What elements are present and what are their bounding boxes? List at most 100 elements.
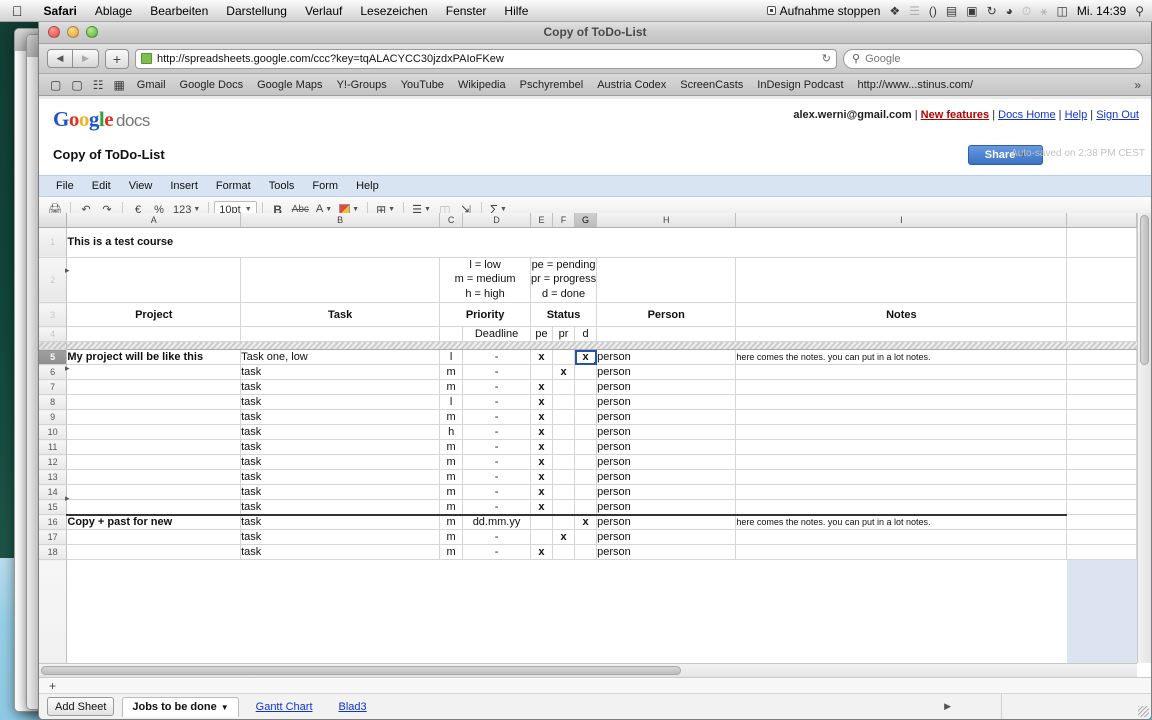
cell-priority[interactable]: m: [439, 514, 464, 531]
table-row[interactable]: 8 task l - x person: [39, 394, 1137, 411]
cell-status-done[interactable]: [574, 424, 598, 441]
column-header-b[interactable]: B: [240, 213, 441, 228]
cell-deadline[interactable]: -: [462, 484, 531, 501]
grid-icon[interactable]: ▦: [108, 78, 129, 92]
row-header-9[interactable]: 9: [39, 409, 68, 426]
cell-priority[interactable]: m: [439, 484, 464, 501]
cell-status-done[interactable]: [574, 454, 598, 471]
cell-notes[interactable]: [735, 364, 1068, 381]
row-header-4[interactable]: 4: [39, 326, 68, 343]
cell-priority[interactable]: m: [439, 409, 464, 426]
empty-grid-area[interactable]: [66, 559, 1067, 663]
cell-status-pending[interactable]: x: [530, 409, 554, 426]
menu-format[interactable]: Format: [207, 180, 260, 192]
bookmark-youtube[interactable]: YouTube: [394, 79, 451, 91]
cell-status-done[interactable]: [574, 484, 598, 501]
cell-deadline[interactable]: -: [462, 529, 531, 546]
cell-deadline[interactable]: -: [462, 544, 531, 561]
cell-deadline[interactable]: -: [462, 424, 531, 441]
table-row[interactable]: 15 task m - x person: [39, 499, 1137, 516]
cell-person[interactable]: person: [596, 349, 737, 366]
row-header-18[interactable]: 18: [39, 544, 68, 561]
subheader-b4[interactable]: [240, 326, 441, 343]
menubar-item-darstellung[interactable]: Darstellung: [217, 4, 296, 18]
column-header-i[interactable]: I: [735, 213, 1068, 228]
cell-priority[interactable]: l: [439, 394, 464, 411]
bookmark-stinus[interactable]: http://www...stinus.com/: [851, 79, 981, 91]
column-header-g[interactable]: G: [574, 213, 598, 228]
bookmark-pschyrembel[interactable]: Pschyrembel: [513, 79, 591, 91]
new-tab-button[interactable]: +: [105, 48, 129, 69]
bookmark-wikipedia[interactable]: Wikipedia: [451, 79, 513, 91]
cell-priority[interactable]: m: [439, 364, 464, 381]
cell-priority[interactable]: m: [439, 469, 464, 486]
cell-deadline[interactable]: -: [462, 439, 531, 456]
link-docs-home[interactable]: Docs Home: [998, 109, 1055, 121]
table-row[interactable]: 7 task m - x person: [39, 379, 1137, 396]
frozen-divider-bar[interactable]: [66, 341, 1137, 351]
cell-task[interactable]: task: [240, 424, 441, 441]
cell-person[interactable]: person: [596, 364, 737, 381]
cell-notes[interactable]: [735, 394, 1068, 411]
cell-deadline[interactable]: -: [462, 454, 531, 471]
cell-status-pending[interactable]: [530, 529, 554, 546]
cell-priority[interactable]: m: [439, 529, 464, 546]
cell-task[interactable]: task: [240, 529, 441, 546]
cell-status-pending[interactable]: [530, 514, 554, 531]
cell-person[interactable]: person: [596, 544, 737, 561]
search-icon[interactable]: ⚲: [1135, 5, 1144, 17]
legend-i2[interactable]: [735, 257, 1068, 304]
cell-project[interactable]: [66, 454, 242, 471]
table-row[interactable]: 16 Copy + past for new task m dd.mm.yy x perso…: [39, 514, 1137, 531]
cell-task[interactable]: task: [240, 469, 441, 486]
cell-person[interactable]: person: [596, 424, 737, 441]
cell-project[interactable]: [66, 364, 242, 381]
cell-notes[interactable]: [735, 529, 1068, 546]
row-header-8[interactable]: 8: [39, 394, 68, 411]
subheader-deadline[interactable]: Deadline: [462, 326, 531, 343]
menubar-item-fenster[interactable]: Fenster: [437, 4, 496, 18]
subheader-h4[interactable]: [596, 326, 737, 343]
column-header-blank[interactable]: [1066, 213, 1137, 228]
cell-status-done[interactable]: x: [574, 349, 598, 366]
vertical-scrollbar-thumb[interactable]: [1140, 215, 1149, 365]
frozen-rows-divider[interactable]: [39, 341, 1137, 351]
cell-status-progress[interactable]: x: [552, 364, 576, 381]
cell-status-done[interactable]: [574, 529, 598, 546]
cell-status-pending[interactable]: x: [530, 454, 554, 471]
vertical-scrollbar[interactable]: [1137, 213, 1151, 663]
row-header-10[interactable]: 10: [39, 424, 68, 441]
table-row[interactable]: 14 task m - x person: [39, 484, 1137, 501]
cell-status-pending[interactable]: x: [530, 439, 554, 456]
cell-project[interactable]: [66, 544, 242, 561]
menubar-item-safari[interactable]: Safari: [35, 4, 86, 18]
cell-priority[interactable]: h: [439, 424, 464, 441]
cell-project[interactable]: [66, 379, 242, 396]
menu-help[interactable]: Help: [347, 180, 388, 192]
window-controls[interactable]: [48, 25, 98, 38]
row-header-2[interactable]: 2: [39, 257, 68, 304]
resize-grip-icon[interactable]: [1138, 706, 1149, 717]
cell-status-pending[interactable]: x: [530, 394, 554, 411]
caret-down-icon[interactable]: ▼: [221, 703, 229, 712]
menubar-item-ablage[interactable]: Ablage: [86, 4, 141, 18]
reload-icon[interactable]: ↻: [822, 52, 831, 65]
table-row[interactable]: 18 task m - x person: [39, 544, 1137, 561]
chevron-double-right-icon[interactable]: »: [1130, 78, 1145, 92]
cell-notes[interactable]: [735, 484, 1068, 501]
cell-status-pending[interactable]: x: [530, 499, 554, 516]
cell-status-progress[interactable]: [552, 349, 576, 366]
header-project[interactable]: Project: [66, 302, 242, 328]
menubar-item-verlauf[interactable]: Verlauf: [296, 4, 351, 18]
link-new-features[interactable]: New features: [921, 109, 989, 121]
table-row[interactable]: 9 task m - x person: [39, 409, 1137, 426]
bookmark-austria-codex[interactable]: Austria Codex: [590, 79, 673, 91]
cell-person[interactable]: person: [596, 469, 737, 486]
cell-task[interactable]: task: [240, 454, 441, 471]
subheader-i4[interactable]: [735, 326, 1068, 343]
subheader-c4[interactable]: [439, 326, 464, 343]
bookmark-y-groups[interactable]: Y!-Groups: [330, 79, 394, 91]
spreadsheet-grid[interactable]: A B C D E F G H I 1 This is a test cours…: [39, 213, 1137, 663]
subheader-status-d[interactable]: d: [574, 326, 598, 343]
cell-project[interactable]: [66, 499, 242, 516]
